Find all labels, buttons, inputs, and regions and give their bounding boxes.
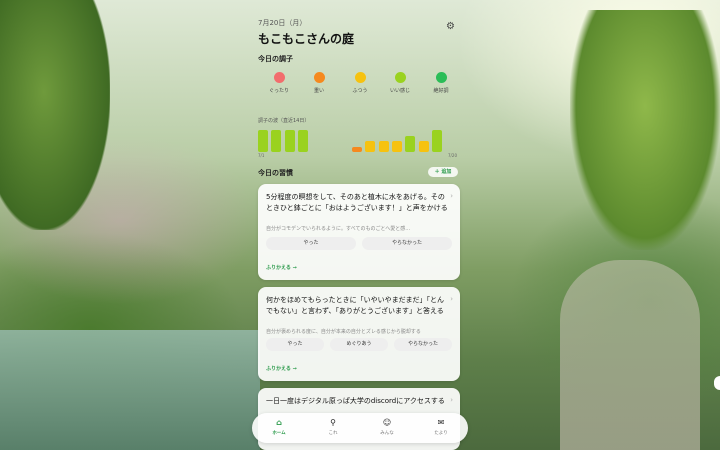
habit-text: 何かをほめてもらったときに「いやいやまだまだ」「とんでもない」と言わず、「ありが…: [266, 296, 445, 315]
mood-dot-icon: [394, 72, 406, 83]
gear-icon[interactable]: ⚙: [446, 22, 456, 32]
nav-this[interactable]: ⚲ これ: [306, 413, 360, 443]
date-label: 7月20日（月）: [258, 19, 307, 27]
encounter-button[interactable]: めぐりあう: [330, 338, 388, 351]
habit-subtext: 自分が褒められる度に、自分が本来の自分とズレる感じから脱却する: [266, 329, 421, 335]
mood-label: 重い: [313, 88, 324, 94]
wave-heading: 調子の波（直近14日）: [258, 118, 310, 124]
nav-everyone[interactable]: ☺ みんな: [360, 413, 414, 443]
wave-end-label: 7/20: [448, 153, 457, 158]
habits-heading: 今日の習慣: [258, 169, 293, 177]
did-button[interactable]: やった: [266, 338, 324, 351]
wave-bar: [258, 130, 268, 152]
wave-bar: [351, 146, 362, 152]
bottom-nav: ⌂ ホーム ⚲ これ ☺ みんな ✉ たより: [252, 413, 468, 443]
chevron-right-icon: ›: [450, 295, 453, 303]
mood-label: ふつう: [352, 88, 368, 94]
habit-text: 5分程度の瞑想をして、そのあと植木に水をあげる。そのときひと鉢ごとに「おはようご…: [266, 193, 448, 212]
wave-bar: [392, 141, 402, 152]
nav-letters[interactable]: ✉ たより: [414, 413, 468, 443]
home-icon: ⌂: [276, 418, 282, 427]
side-handle[interactable]: [714, 376, 720, 390]
mood-label: いい感じ: [389, 88, 410, 94]
sprout-icon: ⚲: [330, 418, 336, 427]
background-pond: [0, 330, 260, 450]
nav-label: たより: [434, 431, 448, 436]
wave-bar: [271, 130, 282, 152]
habit-options: やった めぐりあう やらなかった: [266, 338, 452, 351]
mail-icon: ✉: [437, 418, 445, 427]
wave-bar: [298, 130, 309, 152]
mood-heading: 今日の調子: [258, 55, 293, 63]
reflect-link[interactable]: ふりかえる →: [266, 365, 297, 372]
habit-options: やった やらなかった: [266, 237, 452, 250]
nav-label: これ: [328, 431, 338, 436]
people-icon: ☺: [382, 418, 392, 427]
add-habit-button[interactable]: ＋ 追加: [428, 167, 458, 177]
mood-option-3[interactable]: ふつう: [343, 72, 377, 94]
did-button[interactable]: やった: [266, 237, 356, 250]
mood-dot-icon: [313, 72, 325, 83]
main-panel: 7月20日（月） もこもこさんの庭 ⚙ 今日の調子 ぐったり 重い ふつう いい…: [250, 10, 468, 450]
mood-wave-chart: [258, 126, 448, 152]
did-not-button[interactable]: やらなかった: [394, 338, 452, 351]
wave-bar: [432, 130, 443, 152]
wave-bar: [284, 130, 295, 152]
chevron-right-icon: ›: [450, 396, 453, 404]
wave-bar: [418, 141, 429, 152]
did-not-button[interactable]: やらなかった: [362, 237, 452, 250]
mood-label: 絶好調: [433, 88, 449, 94]
chevron-right-icon: ›: [450, 192, 453, 200]
page-title: もこもこさんの庭: [258, 32, 355, 46]
nav-home[interactable]: ⌂ ホーム: [252, 413, 306, 443]
habit-card[interactable]: 何かをほめてもらったときに「いやいやまだまだ」「とんでもない」と言わず、「ありが…: [258, 287, 460, 381]
nav-label: ホーム: [272, 431, 286, 436]
wave-bar: [378, 141, 389, 152]
habit-card[interactable]: 5分程度の瞑想をして、そのあと植木に水をあげる。そのときひと鉢ごとに「おはようご…: [258, 184, 460, 280]
mood-dot-icon: [435, 72, 447, 83]
mood-label: ぐったり: [268, 88, 289, 94]
mood-option-2[interactable]: 重い: [302, 72, 336, 94]
wave-start-label: 7/1: [258, 153, 265, 158]
habit-text: 一日一度はデジタル原っぱ大学のdiscordにアクセスする: [266, 397, 445, 405]
background-stone-path: [560, 260, 700, 450]
background-tree-right: [570, 10, 720, 250]
habit-subtext: 自分がコモデンでいられるように。すべてのものごとへ愛と感…: [266, 226, 411, 232]
background-tree-left: [0, 0, 110, 230]
mood-dot-icon: [354, 72, 366, 83]
wave-bar: [365, 141, 376, 152]
mood-option-1[interactable]: ぐったり: [262, 72, 296, 94]
mood-option-5[interactable]: 絶好調: [424, 72, 458, 94]
mood-dot-icon: [273, 72, 285, 83]
nav-label: みんな: [380, 431, 394, 436]
reflect-link[interactable]: ふりかえる →: [266, 264, 297, 271]
mood-option-4[interactable]: いい感じ: [383, 72, 417, 94]
wave-bar: [405, 135, 416, 152]
